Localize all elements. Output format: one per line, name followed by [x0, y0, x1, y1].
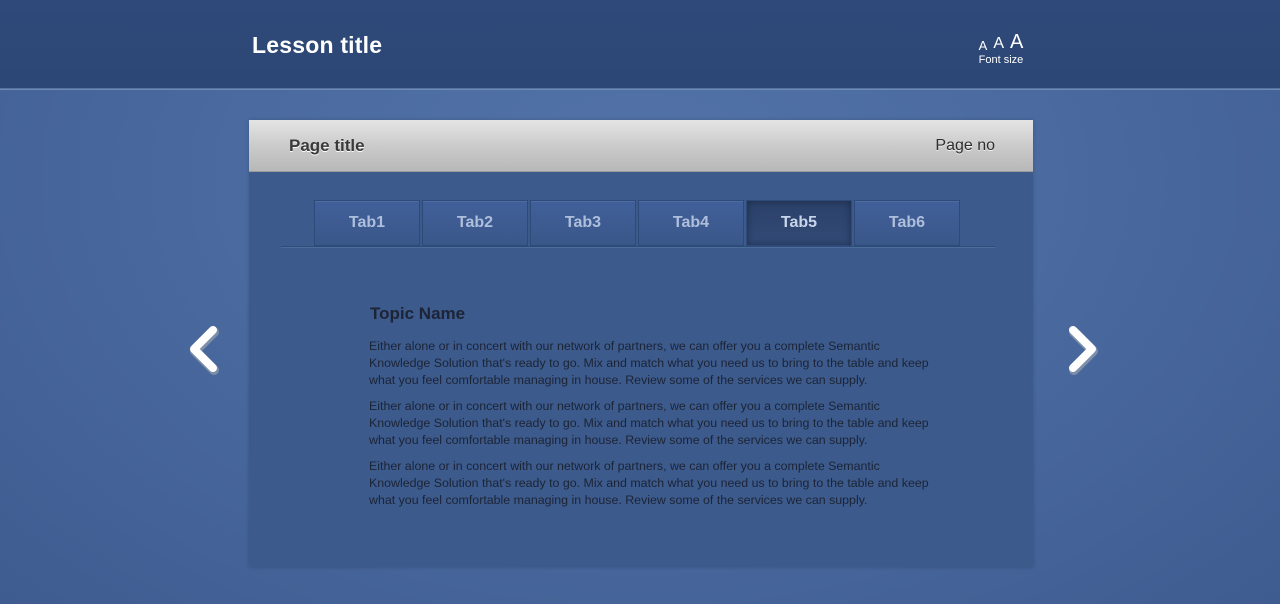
chevron-left-icon	[190, 326, 219, 375]
tab-4[interactable]: Tab4	[638, 200, 744, 246]
tab-bar: Tab1 Tab2 Tab3 Tab4 Tab5 Tab6	[314, 200, 960, 246]
tab-5[interactable]: Tab5	[746, 200, 852, 246]
page-header: Page title Page no	[249, 120, 1033, 172]
font-size-options: A A A	[968, 30, 1034, 52]
font-size-control: A A A Font size	[968, 30, 1034, 66]
tab-1[interactable]: Tab1	[314, 200, 420, 246]
topic-name: Topic Name	[370, 304, 466, 323]
next-page-button[interactable]	[1062, 322, 1102, 376]
page-panel: Page title Page no Tab1 Tab2 Tab3 Tab4 T…	[249, 120, 1033, 567]
content-paragraph: Either alone or in concert with our netw…	[369, 399, 929, 447]
content-paragraph: Either alone or in concert with our netw…	[369, 339, 929, 387]
font-size-medium-button[interactable]: A	[993, 36, 1004, 52]
tab-3[interactable]: Tab3	[530, 200, 636, 246]
font-size-label: Font size	[978, 54, 1024, 66]
tab-divider	[281, 246, 995, 247]
lesson-title: Lesson title	[252, 32, 383, 58]
previous-page-button[interactable]	[184, 322, 224, 376]
tab-2[interactable]: Tab2	[422, 200, 528, 246]
content-area: Topic Name Either alone or in concert wi…	[369, 304, 929, 518]
font-size-small-button[interactable]: A	[979, 39, 988, 52]
tab-6[interactable]: Tab6	[854, 200, 960, 246]
chevron-right-icon	[1069, 326, 1098, 375]
page-title: Page title	[289, 136, 365, 155]
header-bar: Lesson title A A A Font size	[0, 0, 1280, 89]
content-paragraph: Either alone or in concert with our netw…	[369, 459, 929, 507]
page-number: Page no	[935, 137, 995, 154]
font-size-large-button[interactable]: A	[1010, 32, 1023, 52]
